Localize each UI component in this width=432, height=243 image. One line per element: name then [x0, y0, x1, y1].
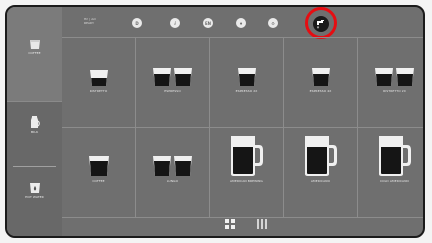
- user-status: Hi! | Am READY: [84, 17, 96, 26]
- drink-label: ESPRESSO 4X: [309, 89, 332, 93]
- sidebar-divider: [13, 166, 56, 167]
- sidebar-item-coffee[interactable]: COFFEE: [7, 7, 62, 102]
- drink-tile-espresso-2x[interactable]: ESPRESSO 2X: [210, 39, 283, 127]
- sidebar-item-milk[interactable]: MILK: [11, 115, 58, 134]
- info-icon[interactable]: i: [170, 18, 180, 28]
- coffee-cup-icon: [29, 40, 40, 49]
- mug-icon: [378, 136, 411, 176]
- language-icon[interactable]: EN: [203, 18, 213, 28]
- d-icon[interactable]: D: [132, 18, 142, 28]
- espresso-cup-icon: [237, 68, 256, 86]
- highlight-ring: [305, 7, 337, 39]
- hot-water-cup-icon: [29, 183, 40, 193]
- drink-label: RISTRETTO 2X: [383, 89, 406, 93]
- drink-label: ESPRESSO 2X: [235, 89, 258, 93]
- coffee-machine-screen: COFFEE MILK HOT WATER Hi! | Am READY D i: [5, 5, 425, 238]
- ristretto-cup-icon: [89, 70, 108, 86]
- grid-line: [62, 127, 423, 128]
- ristretto-double-icon: [374, 39, 415, 87]
- drink-grid: RISTRETTO ESPRESSO ESPRESSO 2X ESPRESSO …: [62, 37, 423, 218]
- machine-status: READY: [84, 20, 95, 25]
- drink-tile-cold-americano[interactable]: COLD AMERICANO: [358, 129, 423, 217]
- drink-label: COFFEE: [92, 179, 105, 183]
- top-bar: Hi! | Am READY D i EN ♦ ⚙: [62, 7, 423, 39]
- espresso-cup-icon: [311, 68, 330, 86]
- drink-label: AMERICAN BREWING: [230, 179, 263, 183]
- drink-tile-americano[interactable]: AMERICANO: [284, 129, 357, 217]
- drink-tile-lungo[interactable]: LUNGO: [136, 129, 209, 217]
- bean-icon[interactable]: ♦: [236, 18, 246, 28]
- coffee-cup-icon: [88, 156, 109, 176]
- drink-tile-espresso-4x[interactable]: ESPRESSO 4X: [284, 39, 357, 127]
- list-view-icon[interactable]: [257, 219, 267, 229]
- drink-tile-coffee[interactable]: COFFEE: [62, 129, 135, 217]
- sidebar-item-label: MILK: [30, 130, 39, 134]
- drink-tile-american-brewing[interactable]: AMERICAN BREWING: [210, 129, 283, 217]
- drink-label: AMERICANO: [310, 179, 331, 183]
- espresso-double-icon: [152, 39, 193, 87]
- settings-icon[interactable]: ⚙: [268, 18, 278, 28]
- drink-tile-espresso[interactable]: ESPRESSO: [136, 39, 209, 127]
- sidebar-item-label: HOT WATER: [25, 195, 44, 199]
- drink-label: RISTRETTO: [89, 89, 108, 93]
- mug-icon: [230, 136, 263, 176]
- view-switcher: [62, 213, 423, 236]
- mug-icon: [304, 136, 337, 176]
- drink-label: ESPRESSO: [164, 89, 181, 93]
- drink-label: LUNGO: [166, 179, 179, 183]
- grid-line: [62, 37, 423, 38]
- drink-tile-ristretto-2x[interactable]: RISTRETTO 2X: [358, 39, 423, 127]
- grid-view-icon[interactable]: [225, 219, 235, 229]
- lungo-double-icon: [152, 129, 193, 177]
- milk-jug-icon: [30, 116, 40, 128]
- drink-tile-ristretto[interactable]: RISTRETTO: [62, 39, 135, 127]
- category-sidebar: COFFEE MILK HOT WATER: [7, 7, 62, 236]
- sidebar-item-hot-water[interactable]: HOT WATER: [11, 182, 58, 199]
- sidebar-item-label: COFFEE: [28, 51, 41, 55]
- drink-label: COLD AMERICANO: [379, 179, 410, 183]
